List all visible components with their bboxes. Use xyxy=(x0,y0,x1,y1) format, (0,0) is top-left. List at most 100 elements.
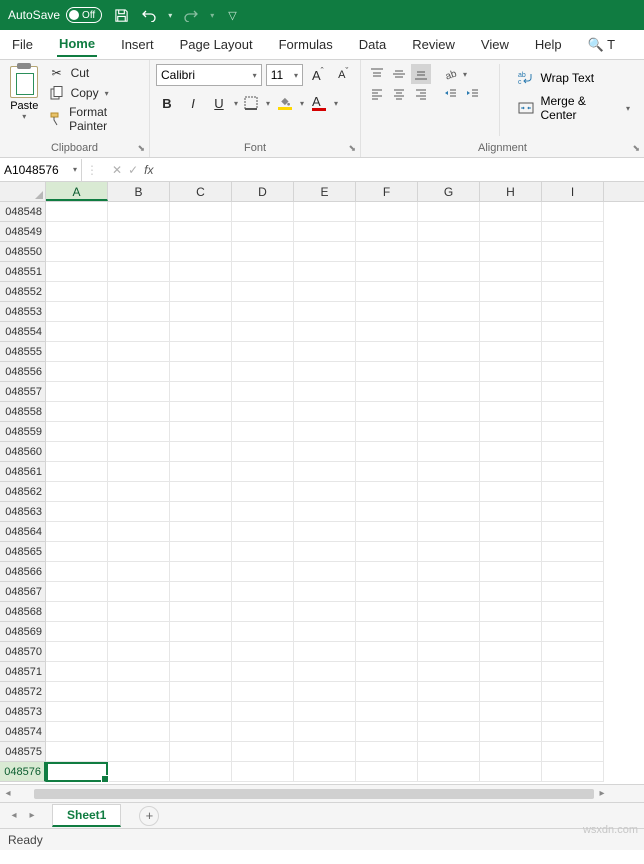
cell[interactable] xyxy=(170,262,232,282)
cell[interactable] xyxy=(170,442,232,462)
cell[interactable] xyxy=(232,502,294,522)
copy-dropdown-icon[interactable]: ▾ xyxy=(105,89,109,98)
cell[interactable] xyxy=(418,582,480,602)
cell[interactable] xyxy=(356,382,418,402)
bold-button[interactable]: B xyxy=(156,92,178,114)
cell[interactable] xyxy=(170,602,232,622)
cell[interactable] xyxy=(542,582,604,602)
cell[interactable] xyxy=(232,342,294,362)
cell[interactable] xyxy=(480,342,542,362)
cell[interactable] xyxy=(418,562,480,582)
cell[interactable] xyxy=(232,402,294,422)
align-bottom-button[interactable] xyxy=(411,64,431,84)
cell[interactable] xyxy=(108,602,170,622)
cell[interactable] xyxy=(170,762,232,782)
tab-insert[interactable]: Insert xyxy=(119,33,156,56)
row-header[interactable]: 048573 xyxy=(0,702,46,722)
cell[interactable] xyxy=(480,402,542,422)
cell[interactable] xyxy=(46,342,108,362)
tab-view[interactable]: View xyxy=(479,33,511,56)
formula-input[interactable] xyxy=(163,159,644,181)
column-header-F[interactable]: F xyxy=(356,182,418,201)
cell[interactable] xyxy=(170,362,232,382)
align-top-button[interactable] xyxy=(367,64,387,84)
cell[interactable] xyxy=(418,602,480,622)
cell[interactable] xyxy=(46,642,108,662)
font-size-select[interactable]: 11 ▾ xyxy=(266,64,303,86)
font-color-button[interactable]: A ▾ xyxy=(310,92,340,114)
column-header-D[interactable]: D xyxy=(232,182,294,201)
cell[interactable] xyxy=(170,382,232,402)
cell[interactable] xyxy=(46,622,108,642)
qat-customize[interactable]: ▽ xyxy=(228,9,236,22)
cell[interactable] xyxy=(356,622,418,642)
cell[interactable] xyxy=(542,542,604,562)
cell[interactable] xyxy=(542,662,604,682)
cell[interactable] xyxy=(108,262,170,282)
cell[interactable] xyxy=(294,282,356,302)
cell[interactable] xyxy=(294,342,356,362)
cell[interactable] xyxy=(170,702,232,722)
cell[interactable] xyxy=(356,322,418,342)
cell[interactable] xyxy=(170,742,232,762)
row-header[interactable]: 048576 xyxy=(0,762,46,782)
cell[interactable] xyxy=(108,682,170,702)
align-middle-button[interactable] xyxy=(389,64,409,84)
cell[interactable] xyxy=(356,502,418,522)
cell[interactable] xyxy=(542,222,604,242)
cell[interactable] xyxy=(418,322,480,342)
cell[interactable] xyxy=(480,382,542,402)
increase-indent-button[interactable] xyxy=(463,84,483,104)
cell[interactable] xyxy=(46,722,108,742)
cell[interactable] xyxy=(418,662,480,682)
italic-button[interactable]: I xyxy=(182,92,204,114)
cell[interactable] xyxy=(108,742,170,762)
cell[interactable] xyxy=(294,662,356,682)
fill-color-button[interactable]: ▾ xyxy=(276,92,306,114)
cell[interactable] xyxy=(356,482,418,502)
cell[interactable] xyxy=(418,762,480,782)
cell[interactable] xyxy=(542,702,604,722)
cell[interactable] xyxy=(170,582,232,602)
cell[interactable] xyxy=(542,722,604,742)
cell[interactable] xyxy=(294,742,356,762)
row-header[interactable]: 048574 xyxy=(0,722,46,742)
cell[interactable] xyxy=(232,302,294,322)
cell[interactable] xyxy=(480,622,542,642)
tab-formulas[interactable]: Formulas xyxy=(277,33,335,56)
cell[interactable] xyxy=(418,622,480,642)
cell[interactable] xyxy=(480,282,542,302)
cell[interactable] xyxy=(418,722,480,742)
cell[interactable] xyxy=(108,442,170,462)
cell[interactable] xyxy=(294,642,356,662)
cell[interactable] xyxy=(108,342,170,362)
cell[interactable] xyxy=(108,622,170,642)
cell[interactable] xyxy=(108,502,170,522)
row-header[interactable]: 048561 xyxy=(0,462,46,482)
cell[interactable] xyxy=(232,222,294,242)
cell[interactable] xyxy=(170,642,232,662)
scroll-right-icon[interactable]: ▸ xyxy=(594,788,610,799)
column-header-H[interactable]: H xyxy=(480,182,542,201)
cell[interactable] xyxy=(46,242,108,262)
add-sheet-button[interactable]: + xyxy=(139,806,159,826)
cell[interactable] xyxy=(418,262,480,282)
cell[interactable] xyxy=(542,562,604,582)
scrollbar-thumb[interactable] xyxy=(34,789,594,799)
tab-file[interactable]: File xyxy=(10,33,35,56)
cell[interactable] xyxy=(356,342,418,362)
cell[interactable] xyxy=(170,662,232,682)
cell[interactable] xyxy=(356,302,418,322)
align-left-button[interactable] xyxy=(367,84,387,104)
undo-dropdown[interactable]: ▾ xyxy=(168,11,172,20)
border-button[interactable]: ▾ xyxy=(242,92,272,114)
font-name-select[interactable]: Calibri ▾ xyxy=(156,64,262,86)
cell[interactable] xyxy=(108,542,170,562)
cell[interactable] xyxy=(480,742,542,762)
row-header[interactable]: 048575 xyxy=(0,742,46,762)
select-all-button[interactable] xyxy=(0,182,46,201)
cell[interactable] xyxy=(480,482,542,502)
cell[interactable] xyxy=(294,442,356,462)
paste-dropdown-icon[interactable]: ▾ xyxy=(22,112,26,121)
cell[interactable] xyxy=(356,522,418,542)
